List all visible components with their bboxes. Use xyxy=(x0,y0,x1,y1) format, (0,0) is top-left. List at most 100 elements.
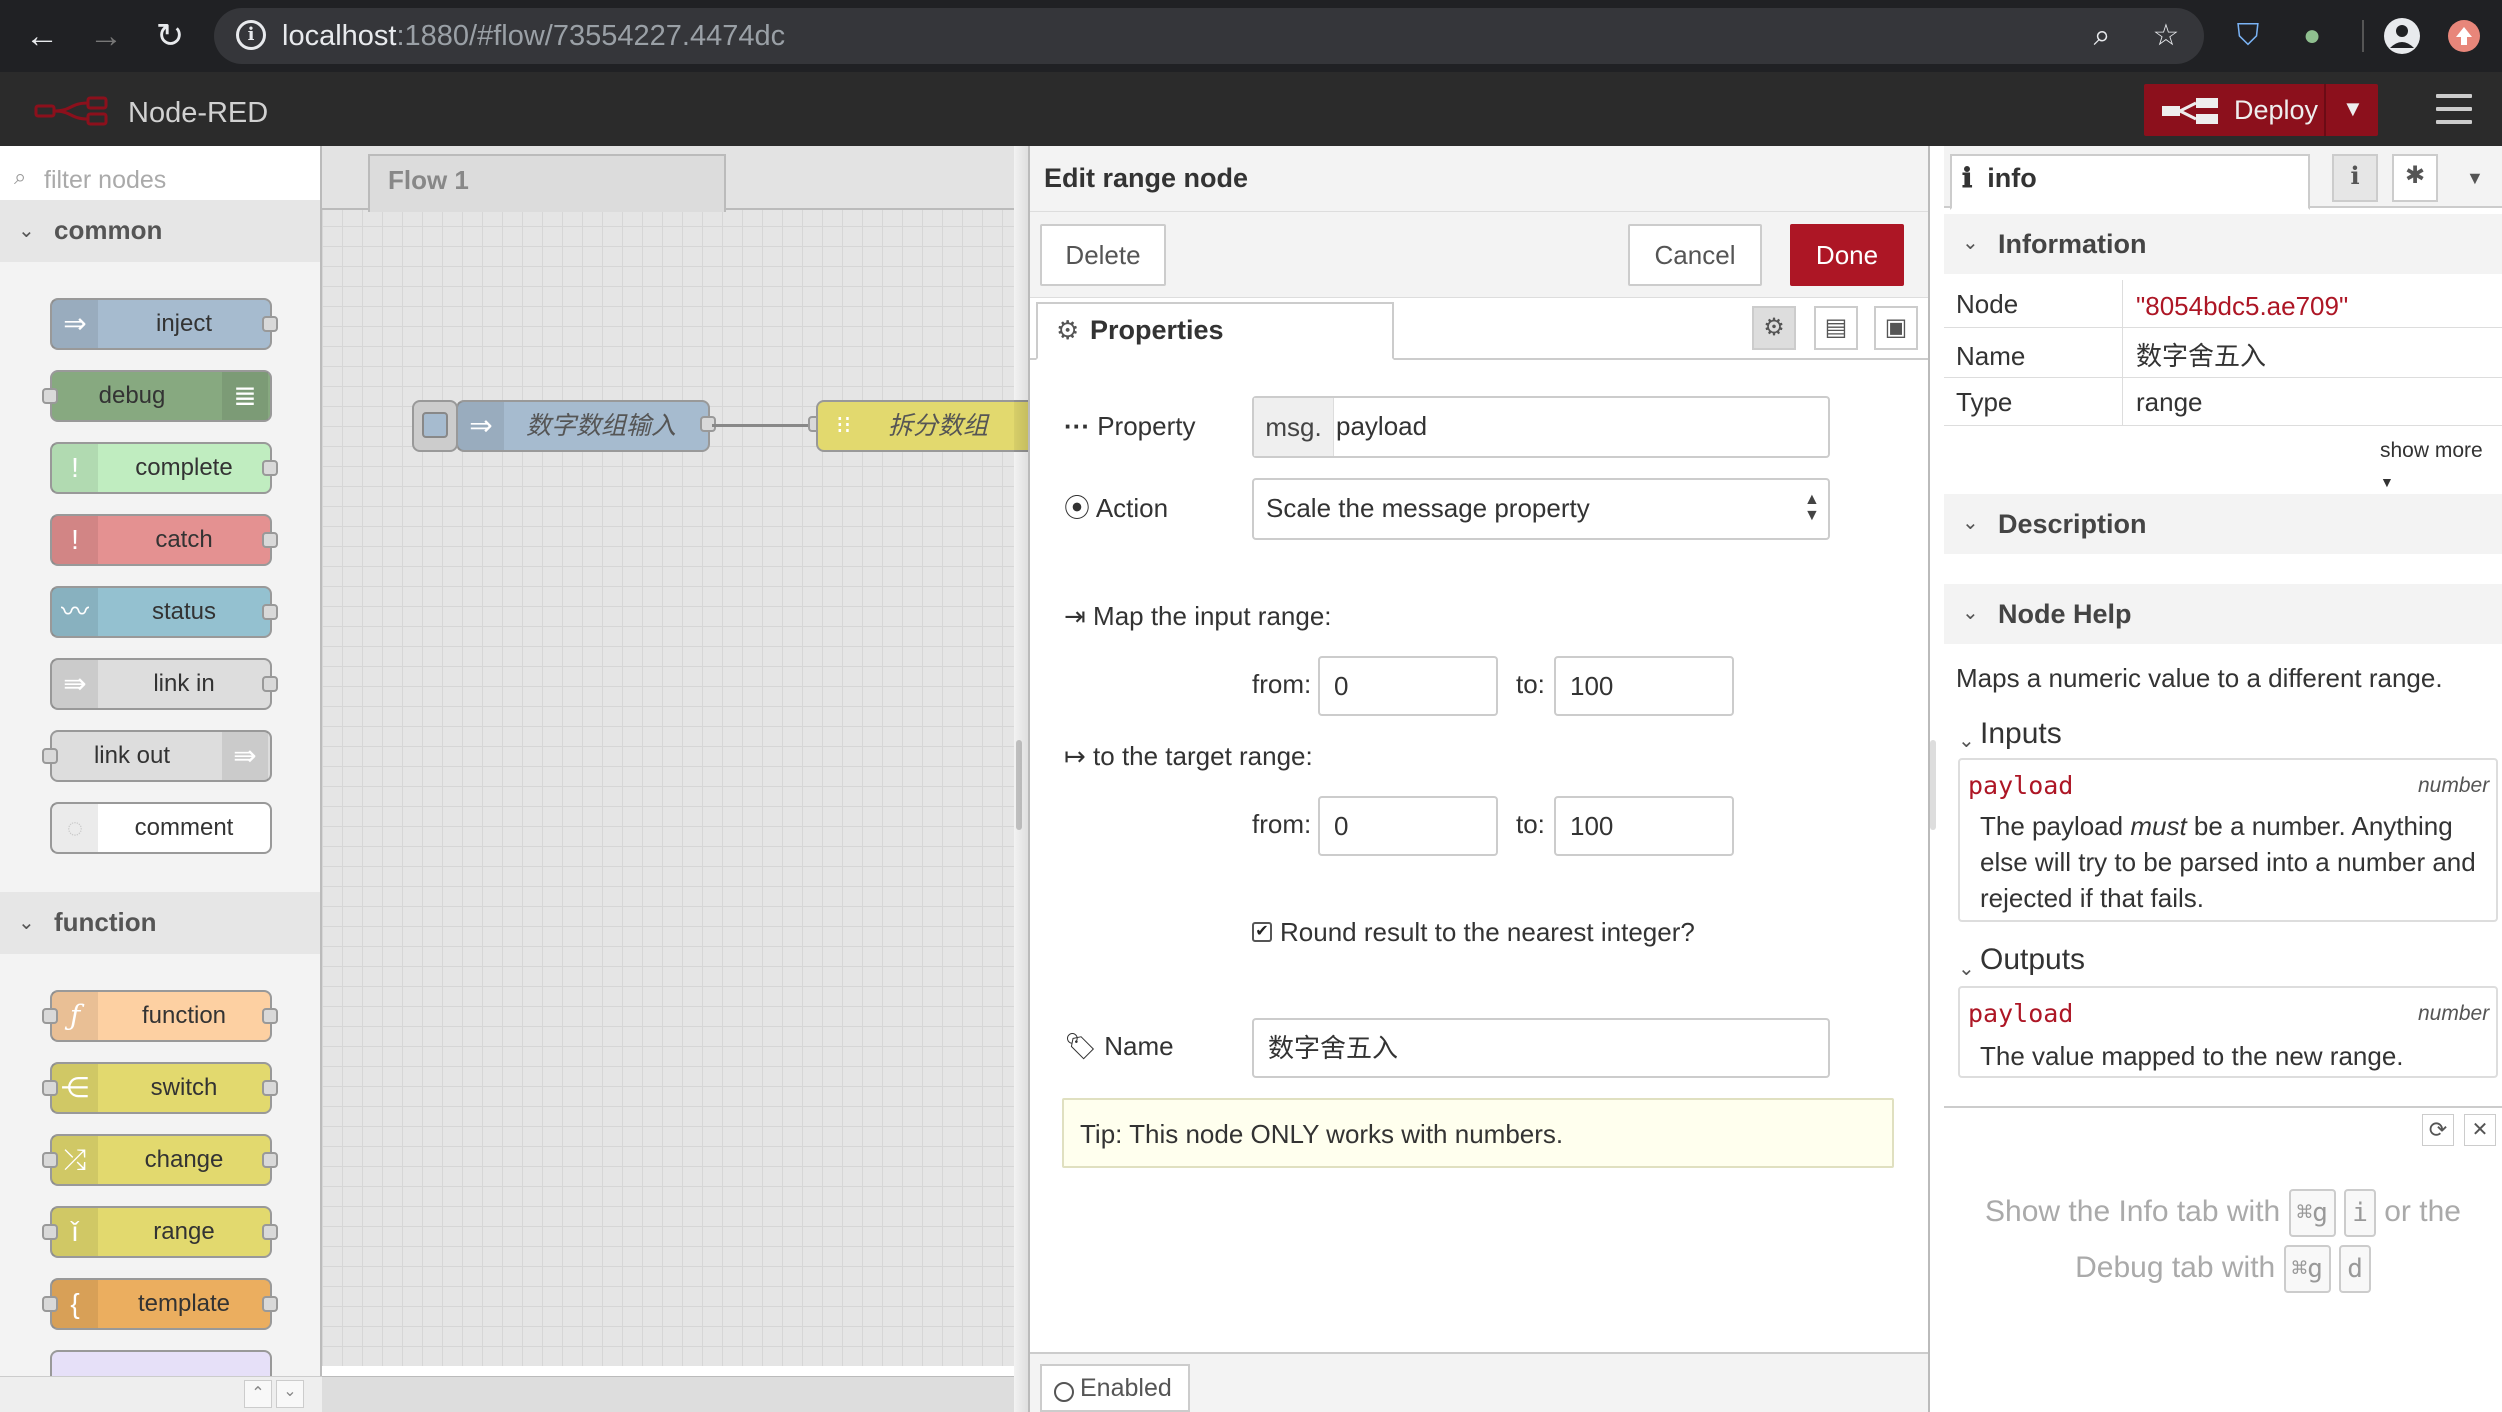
tab-info-label[interactable]: ℹ info xyxy=(1962,160,2037,197)
output-port[interactable] xyxy=(262,1296,278,1312)
close-icon[interactable]: ✕ xyxy=(2464,1114,2496,1146)
chevron-down-icon[interactable]: ⌄ xyxy=(1962,230,1979,255)
shortcut-key: ⌘g xyxy=(2288,1189,2336,1237)
deploy-dropdown-icon[interactable]: ▼ xyxy=(2342,96,2364,122)
output-port[interactable] xyxy=(262,460,278,476)
input-port[interactable] xyxy=(42,1224,58,1240)
cancel-button[interactable]: Cancel xyxy=(1628,224,1762,286)
back-icon[interactable]: ← xyxy=(20,14,64,58)
inputs-heading[interactable]: Inputs xyxy=(1980,714,2062,754)
input-port[interactable] xyxy=(42,1008,58,1024)
round-label[interactable]: Round result to the nearest integer? xyxy=(1280,912,1695,952)
name-input[interactable]: 数字舍五入 xyxy=(1252,1018,1830,1078)
input-to-field[interactable]: 100 xyxy=(1554,656,1734,716)
output-port[interactable] xyxy=(262,1152,278,1168)
input-from-field[interactable]: 0 xyxy=(1318,656,1498,716)
forward-icon[interactable]: → xyxy=(84,14,128,58)
tab-label[interactable]: Flow 1 xyxy=(388,162,469,198)
palette-node-label: switch xyxy=(150,1074,218,1101)
extension-icon[interactable]: ● xyxy=(2290,14,2334,58)
table-divider xyxy=(2122,280,2123,426)
inputs-text-emphasis: must xyxy=(2130,811,2187,841)
to-label: to: xyxy=(1516,669,1545,699)
sidebar-tabs-dropdown-icon[interactable]: ▼ xyxy=(2466,168,2484,189)
deploy-label[interactable]: Deploy xyxy=(2234,92,2318,128)
extension-shield-icon[interactable]: ⛉ xyxy=(2226,14,2270,58)
main-menu-icon[interactable] xyxy=(2436,94,2472,126)
output-port[interactable] xyxy=(262,1008,278,1024)
output-port[interactable] xyxy=(262,676,278,692)
chevron-down-icon[interactable]: ⌄ xyxy=(1958,728,1975,753)
hint-text: Debug tab with xyxy=(2075,1251,2276,1284)
info-value-name: 数字舍五入 xyxy=(2136,341,2267,371)
expand-all-icon[interactable]: ⌄ xyxy=(276,1380,304,1408)
ellipsis-icon: ··· xyxy=(1064,411,1090,441)
description-label[interactable]: Description xyxy=(1998,506,2147,542)
deploy-icon xyxy=(2162,98,2218,129)
information-label[interactable]: Information xyxy=(1998,226,2147,262)
palette-filter-placeholder[interactable]: filter nodes xyxy=(44,164,166,196)
debug-bug-icon[interactable]: ✱ xyxy=(2392,154,2438,202)
from-label: from: xyxy=(1252,809,1312,839)
search-icon: ⌕ xyxy=(14,164,27,189)
show-more-link[interactable]: show more ▼ xyxy=(2380,436,2502,497)
category-label[interactable]: function xyxy=(54,906,157,938)
chevron-down-icon[interactable]: ⌄ xyxy=(1958,956,1975,981)
site-info-icon[interactable]: i xyxy=(236,20,266,50)
flow-workspace[interactable] xyxy=(322,146,1014,1366)
round-checkbox[interactable]: ✔ xyxy=(1252,922,1272,942)
msg-type-prefix[interactable]: msg. xyxy=(1254,398,1334,456)
collapse-all-icon[interactable]: ⌃ xyxy=(244,1380,272,1408)
shortcut-key: i xyxy=(2344,1189,2376,1237)
property-value[interactable]: payload xyxy=(1336,406,1427,446)
caret-down-icon: ▼ xyxy=(2380,474,2394,490)
input-port[interactable] xyxy=(42,748,58,764)
tag-icon: 🏷 xyxy=(1064,1031,1098,1061)
node-settings-gear-icon[interactable]: ⚙ xyxy=(1752,306,1796,350)
output-port[interactable] xyxy=(262,1080,278,1096)
chevron-down-icon[interactable]: ⌄ xyxy=(18,218,35,243)
output-port[interactable] xyxy=(262,532,278,548)
bookmark-star-icon[interactable]: ☆ xyxy=(2144,14,2188,58)
reload-icon[interactable]: ↻ xyxy=(148,14,192,58)
delete-button[interactable]: Delete xyxy=(1040,224,1166,286)
profile-avatar-icon[interactable] xyxy=(2380,14,2424,58)
update-icon[interactable] xyxy=(2442,14,2486,58)
outputs-heading[interactable]: Outputs xyxy=(1980,940,2085,980)
done-button[interactable]: Done xyxy=(1790,224,1904,286)
output-port[interactable] xyxy=(262,316,278,332)
chevron-down-icon[interactable]: ⌄ xyxy=(1962,510,1979,535)
target-from-field[interactable]: 0 xyxy=(1318,796,1498,856)
input-port[interactable] xyxy=(42,1080,58,1096)
output-port[interactable] xyxy=(262,604,278,620)
input-port[interactable] xyxy=(42,1152,58,1168)
inputs-property-type: number xyxy=(2418,774,2490,797)
palette-category-function[interactable] xyxy=(0,892,320,954)
chevron-down-icon[interactable]: ⌄ xyxy=(1962,600,1979,625)
url-text[interactable]: localhost:1880/#flow/73554227.4474dc xyxy=(282,14,785,58)
node-red-logo-icon xyxy=(34,96,118,126)
range-icon: ǐ xyxy=(52,1208,98,1256)
outputs-property-name: payload xyxy=(1968,999,2074,1028)
zoom-icon[interactable]: ⌕ xyxy=(2080,14,2124,58)
name-label: Name xyxy=(1104,1031,1174,1061)
input-port[interactable] xyxy=(42,1296,58,1312)
palette-node-delay[interactable] xyxy=(50,1350,272,1376)
enabled-label[interactable]: Enabled xyxy=(1080,1370,1172,1406)
action-select-value[interactable]: Scale the message property xyxy=(1266,488,1590,528)
info-tab-icon[interactable]: i xyxy=(2332,154,2378,202)
flow-wire[interactable] xyxy=(712,424,814,427)
refresh-icon[interactable]: ⟳ xyxy=(2422,1114,2454,1146)
sidebar-resize-handle[interactable] xyxy=(1930,740,1936,830)
name-row-label: 🏷 Name xyxy=(1064,1026,1174,1066)
appearance-frame-icon[interactable]: ▣ xyxy=(1874,306,1918,350)
input-port[interactable] xyxy=(42,388,58,404)
node-help-label[interactable]: Node Help xyxy=(1998,596,2132,632)
description-doc-icon[interactable]: ▤ xyxy=(1814,306,1858,350)
target-to-field[interactable]: 100 xyxy=(1554,796,1734,856)
tab-label[interactable]: Properties xyxy=(1090,312,1224,348)
info-key: Node xyxy=(1956,289,2019,319)
chevron-down-icon[interactable]: ⌄ xyxy=(18,910,35,935)
output-port[interactable] xyxy=(262,1224,278,1240)
category-label[interactable]: common xyxy=(54,214,162,246)
